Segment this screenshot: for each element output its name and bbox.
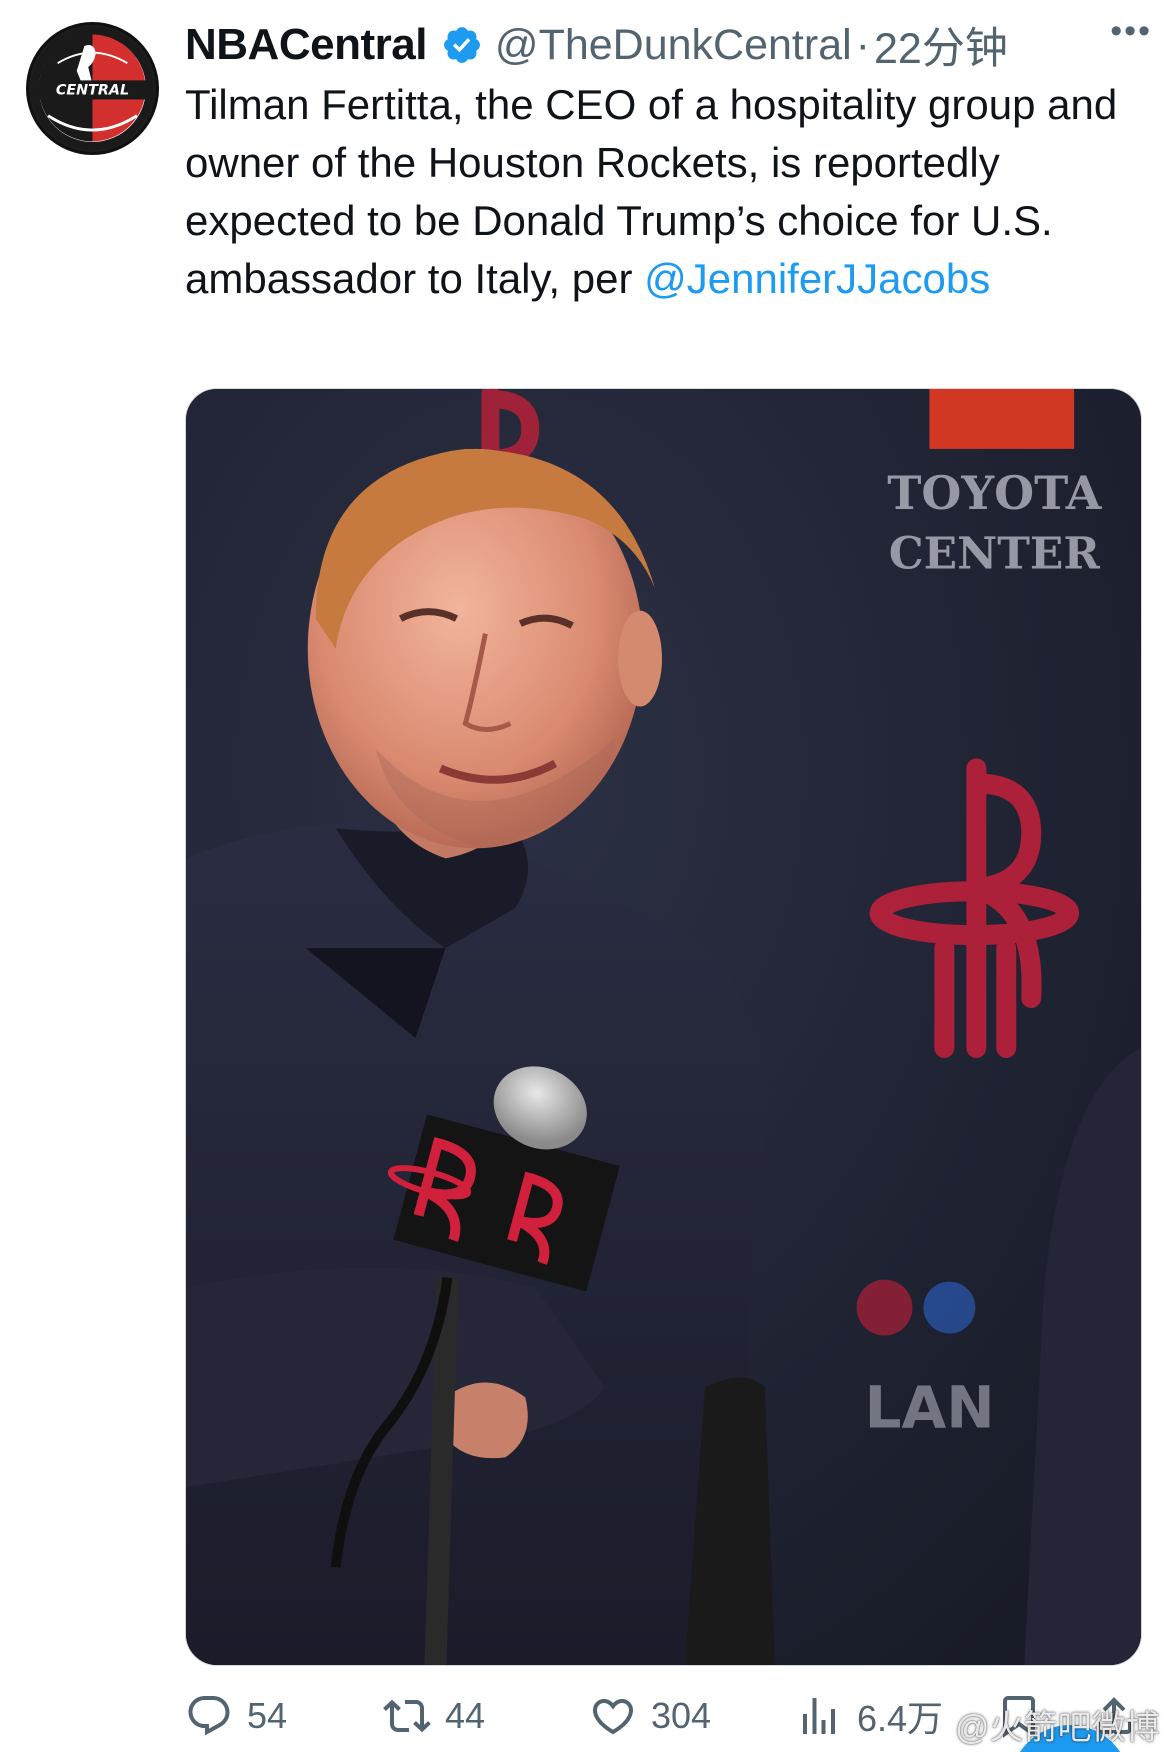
reply-button[interactable]: 54 [185, 1688, 287, 1744]
retweet-button[interactable]: 44 [383, 1688, 485, 1744]
reply-icon [188, 1696, 230, 1736]
handle[interactable]: @TheDunkCentral [495, 21, 852, 70]
tweet-header: NBACentral @TheDunkCentral · 22分钟 [185, 14, 1145, 76]
reply-count: 54 [247, 1695, 288, 1736]
like-count: 304 [651, 1695, 712, 1736]
separator-dot: · [855, 20, 870, 69]
tweet-photo[interactable]: TOYOTA CENTER LAN [185, 388, 1142, 1666]
central-logo-icon: CENTRAL [31, 27, 154, 150]
like-icon [592, 1699, 634, 1735]
backdrop-text-2: CENTER [889, 529, 1101, 580]
views-count: 6.4万 [857, 1698, 944, 1739]
display-name[interactable]: NBACentral [185, 20, 427, 70]
watermark: @火箭吧微博 [955, 1709, 1160, 1747]
backdrop-text-1: TOYOTA [887, 466, 1103, 520]
avatar[interactable]: CENTRAL [26, 22, 159, 155]
tweet[interactable]: CENTRAL NBACentral @TheDunkCentral · 22分… [0, 0, 1170, 1752]
views-icon [803, 1698, 835, 1734]
verified-icon [443, 27, 480, 63]
like-button[interactable]: 304 [589, 1688, 711, 1744]
mention-link[interactable]: @JenniferJJacobs [644, 255, 990, 302]
retweet-count: 44 [445, 1695, 486, 1736]
avatar-text: CENTRAL [56, 83, 129, 99]
photo-image: TOYOTA CENTER LAN [186, 389, 1141, 1665]
retweet-icon [383, 1699, 431, 1733]
timestamp[interactable]: 22分钟 [874, 14, 1008, 76]
tweet-text: Tilman Fertitta, the CEO of a hospitalit… [185, 76, 1125, 308]
more-icon[interactable]: ••• [1110, 14, 1152, 48]
svg-text:LAN: LAN [865, 1373, 995, 1441]
views-button[interactable]: 6.4万 [795, 1688, 943, 1744]
